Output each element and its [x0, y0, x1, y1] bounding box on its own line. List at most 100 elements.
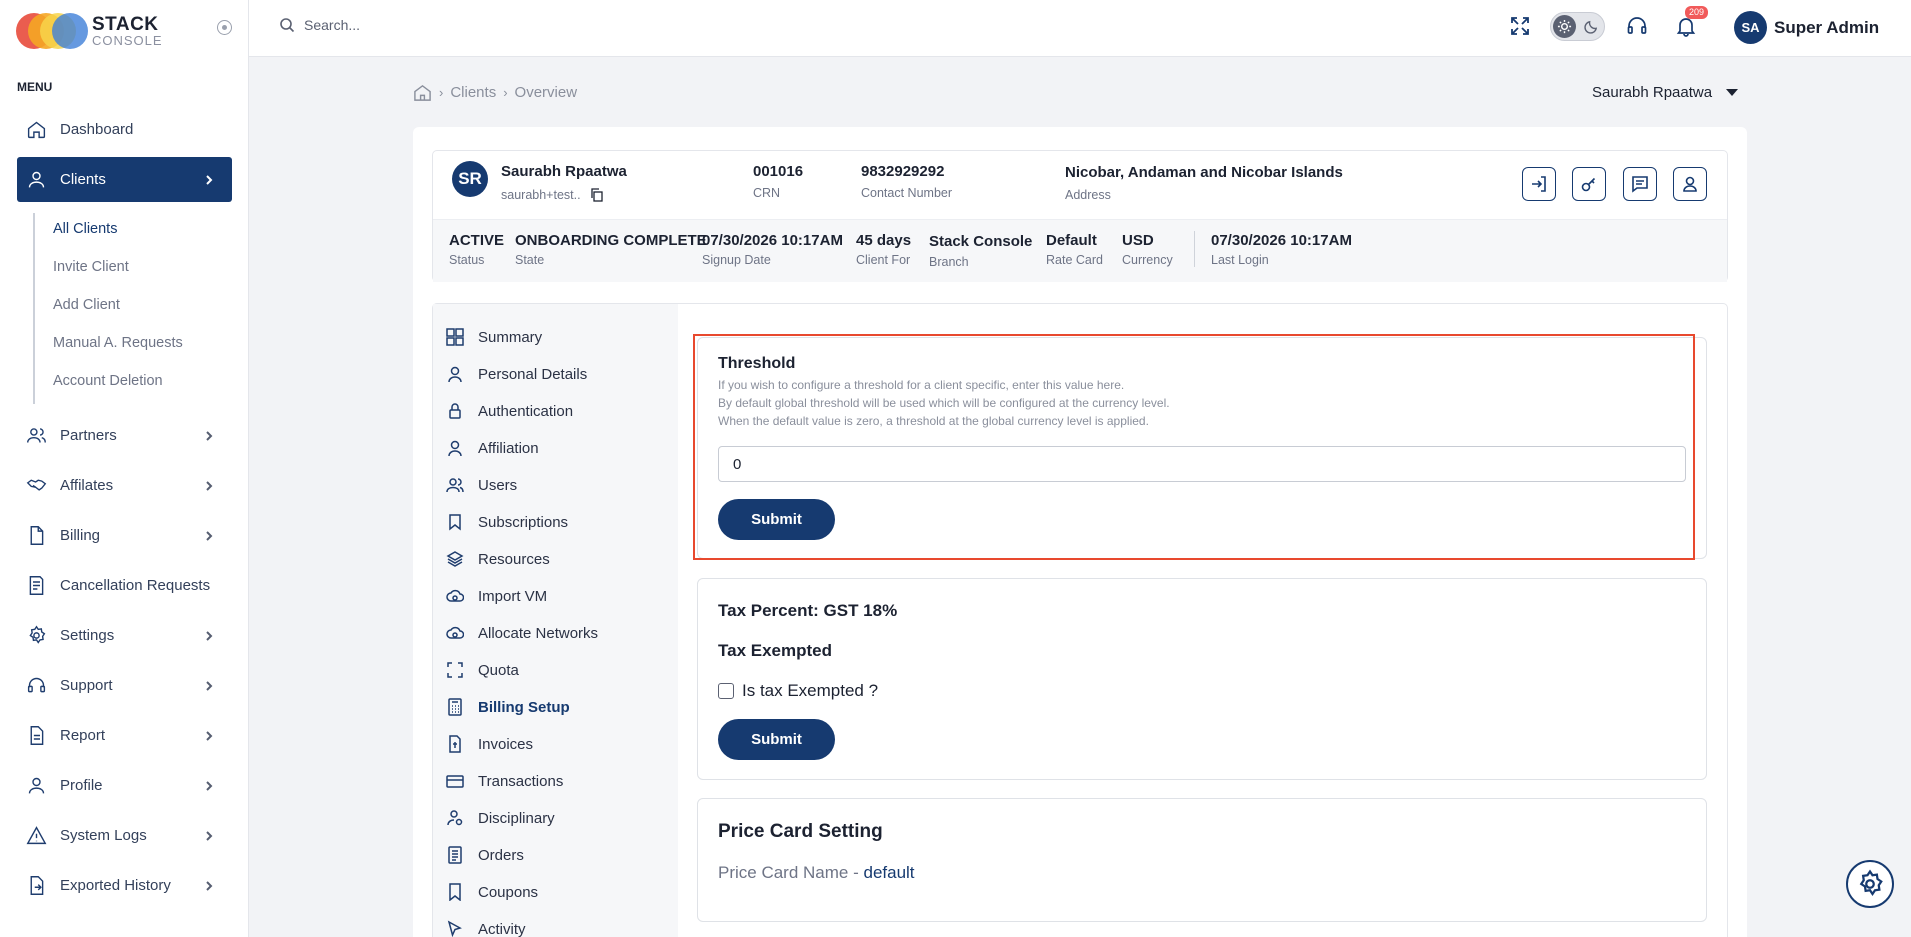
sidebar-item-cancellation-requests[interactable]: Cancellation Requests	[17, 563, 232, 608]
submenu-manual-requests[interactable]: Manual A. Requests	[53, 335, 183, 351]
sidebar-item-affilates[interactable]: Affilates	[17, 463, 232, 508]
tab-summary[interactable]: Summary	[446, 325, 542, 349]
message-button[interactable]	[1623, 167, 1657, 201]
invoice-icon	[449, 735, 461, 753]
headset-icon[interactable]	[1626, 15, 1648, 37]
tab-label: Transactions	[478, 772, 564, 790]
chevron-right-icon: ›	[503, 85, 508, 100]
tab-label: Disciplinary	[478, 809, 555, 827]
tab-disciplinary[interactable]: Disciplinary	[446, 806, 555, 830]
client-switcher[interactable]: Saurabh Rpaatwa	[1592, 84, 1739, 101]
document-icon	[29, 576, 44, 595]
sidebar-item-label: Affilates	[60, 477, 114, 494]
theme-toggle[interactable]	[1550, 12, 1605, 41]
sidebar-item-dashboard[interactable]: Dashboard	[17, 107, 232, 152]
users-icon	[446, 478, 464, 493]
caret-down-icon	[1726, 89, 1739, 96]
user-icon	[28, 777, 45, 794]
chevron-right-icon	[206, 480, 213, 491]
chevron-right-icon	[206, 630, 213, 641]
tab-billing-setup[interactable]: Billing Setup	[446, 695, 570, 719]
tab-quota[interactable]: Quota	[446, 658, 519, 682]
key-icon	[1581, 177, 1596, 192]
threshold-input[interactable]	[718, 446, 1686, 482]
tax-exempt-checkbox[interactable]	[718, 683, 734, 699]
tab-transactions[interactable]: Transactions	[446, 769, 563, 793]
chevron-right-icon	[206, 830, 213, 841]
sidebar-item-profile[interactable]: Profile	[17, 763, 232, 808]
tab-authentication[interactable]: Authentication	[446, 399, 573, 423]
logo[interactable]: STACK CONSOLE	[16, 8, 236, 54]
sidebar-item-exported-history[interactable]: Exported History	[17, 863, 232, 908]
client-name: Saurabh Rpaatwa	[501, 163, 627, 180]
threshold-desc-2: By default global threshold will be used…	[718, 396, 1170, 410]
tab-label: Summary	[478, 328, 543, 346]
breadcrumb-clients[interactable]: Clients	[450, 84, 496, 101]
chevron-right-icon	[206, 880, 213, 891]
sidebar-item-settings[interactable]: Settings	[17, 613, 232, 658]
threshold-submit-button[interactable]: Submit	[718, 499, 835, 540]
tab-import-vm[interactable]: Import VM	[446, 584, 547, 608]
fullscreen-icon[interactable]	[1509, 15, 1531, 37]
handshake-icon	[26, 479, 47, 491]
settings-fab[interactable]	[1846, 860, 1894, 908]
sidebar-item-partners[interactable]: Partners	[17, 413, 232, 458]
submenu-account-deletion[interactable]: Account Deletion	[53, 373, 163, 389]
user-icon	[1683, 176, 1697, 192]
tax-submit-button[interactable]: Submit	[718, 719, 835, 760]
sidebar-item-report[interactable]: Report	[17, 713, 232, 758]
branch-value: Stack Console	[929, 233, 1033, 250]
tab-coupons[interactable]: Coupons	[446, 880, 538, 904]
branch-label: Branch	[929, 255, 969, 269]
logo-secondary-text: CONSOLE	[92, 33, 163, 48]
tab-activity[interactable]: Activity	[446, 917, 526, 937]
tab-personal-details[interactable]: Personal Details	[446, 362, 587, 386]
tab-subscriptions[interactable]: Subscriptions	[446, 510, 568, 534]
search-input[interactable]	[304, 13, 604, 37]
warning-icon	[26, 826, 47, 845]
copy-icon[interactable]	[590, 188, 603, 202]
layers-icon	[446, 551, 464, 567]
tax-exempt-label[interactable]: Is tax Exempted ?	[742, 681, 878, 701]
tab-allocate-networks[interactable]: Allocate Networks	[446, 621, 598, 645]
sidebar-item-support[interactable]: Support	[17, 663, 232, 708]
avatar[interactable]: SA	[1734, 11, 1767, 44]
reset-password-button[interactable]	[1572, 167, 1606, 201]
submenu-add-client[interactable]: Add Client	[53, 297, 120, 313]
tab-orders[interactable]: Orders	[446, 843, 524, 867]
last-login-label: Last Login	[1211, 253, 1269, 267]
sidebar-item-label: System Logs	[60, 827, 147, 844]
export-icon	[30, 876, 44, 895]
topbar: 209 SA Super Admin	[249, 0, 1911, 57]
tab-label: Personal Details	[478, 365, 588, 383]
sidebar-item-billing[interactable]: Billing	[17, 513, 232, 558]
submenu-invite-client[interactable]: Invite Client	[53, 259, 129, 275]
home-icon[interactable]	[413, 83, 432, 102]
tab-label: Resources	[478, 550, 550, 568]
user-icon	[28, 171, 45, 188]
client-switcher-label: Saurabh Rpaatwa	[1592, 84, 1713, 101]
sidebar-toggle-icon[interactable]	[217, 20, 232, 35]
profile-button[interactable]	[1673, 167, 1707, 201]
status-label: Status	[449, 253, 485, 267]
price-card-name-value[interactable]: default	[863, 863, 914, 882]
tab-resources[interactable]: Resources	[446, 547, 550, 571]
menu-title: MENU	[17, 80, 53, 94]
tab-affiliation[interactable]: Affiliation	[446, 436, 539, 460]
login-as-client-button[interactable]	[1522, 167, 1556, 201]
sidebar-item-clients[interactable]: Clients	[17, 157, 232, 202]
chevron-right-icon	[206, 174, 213, 185]
user-name[interactable]: Super Admin	[1774, 18, 1879, 38]
client-crn: 001016	[753, 163, 804, 180]
tab-label: Quota	[478, 661, 519, 679]
sidebar-item-system-logs[interactable]: System Logs	[17, 813, 232, 858]
tab-label: Subscriptions	[478, 513, 569, 531]
cloud-icon	[446, 589, 464, 602]
signup-value: 07/30/2026 10:17AM	[702, 232, 843, 249]
tab-users[interactable]: Users	[446, 473, 517, 497]
bookmark-icon	[449, 514, 461, 531]
submenu-all-clients[interactable]: All Clients	[53, 221, 117, 237]
tax-percent: Tax Percent: GST 18%	[718, 601, 898, 620]
tab-label: Import VM	[478, 587, 548, 605]
tab-invoices[interactable]: Invoices	[446, 732, 533, 756]
